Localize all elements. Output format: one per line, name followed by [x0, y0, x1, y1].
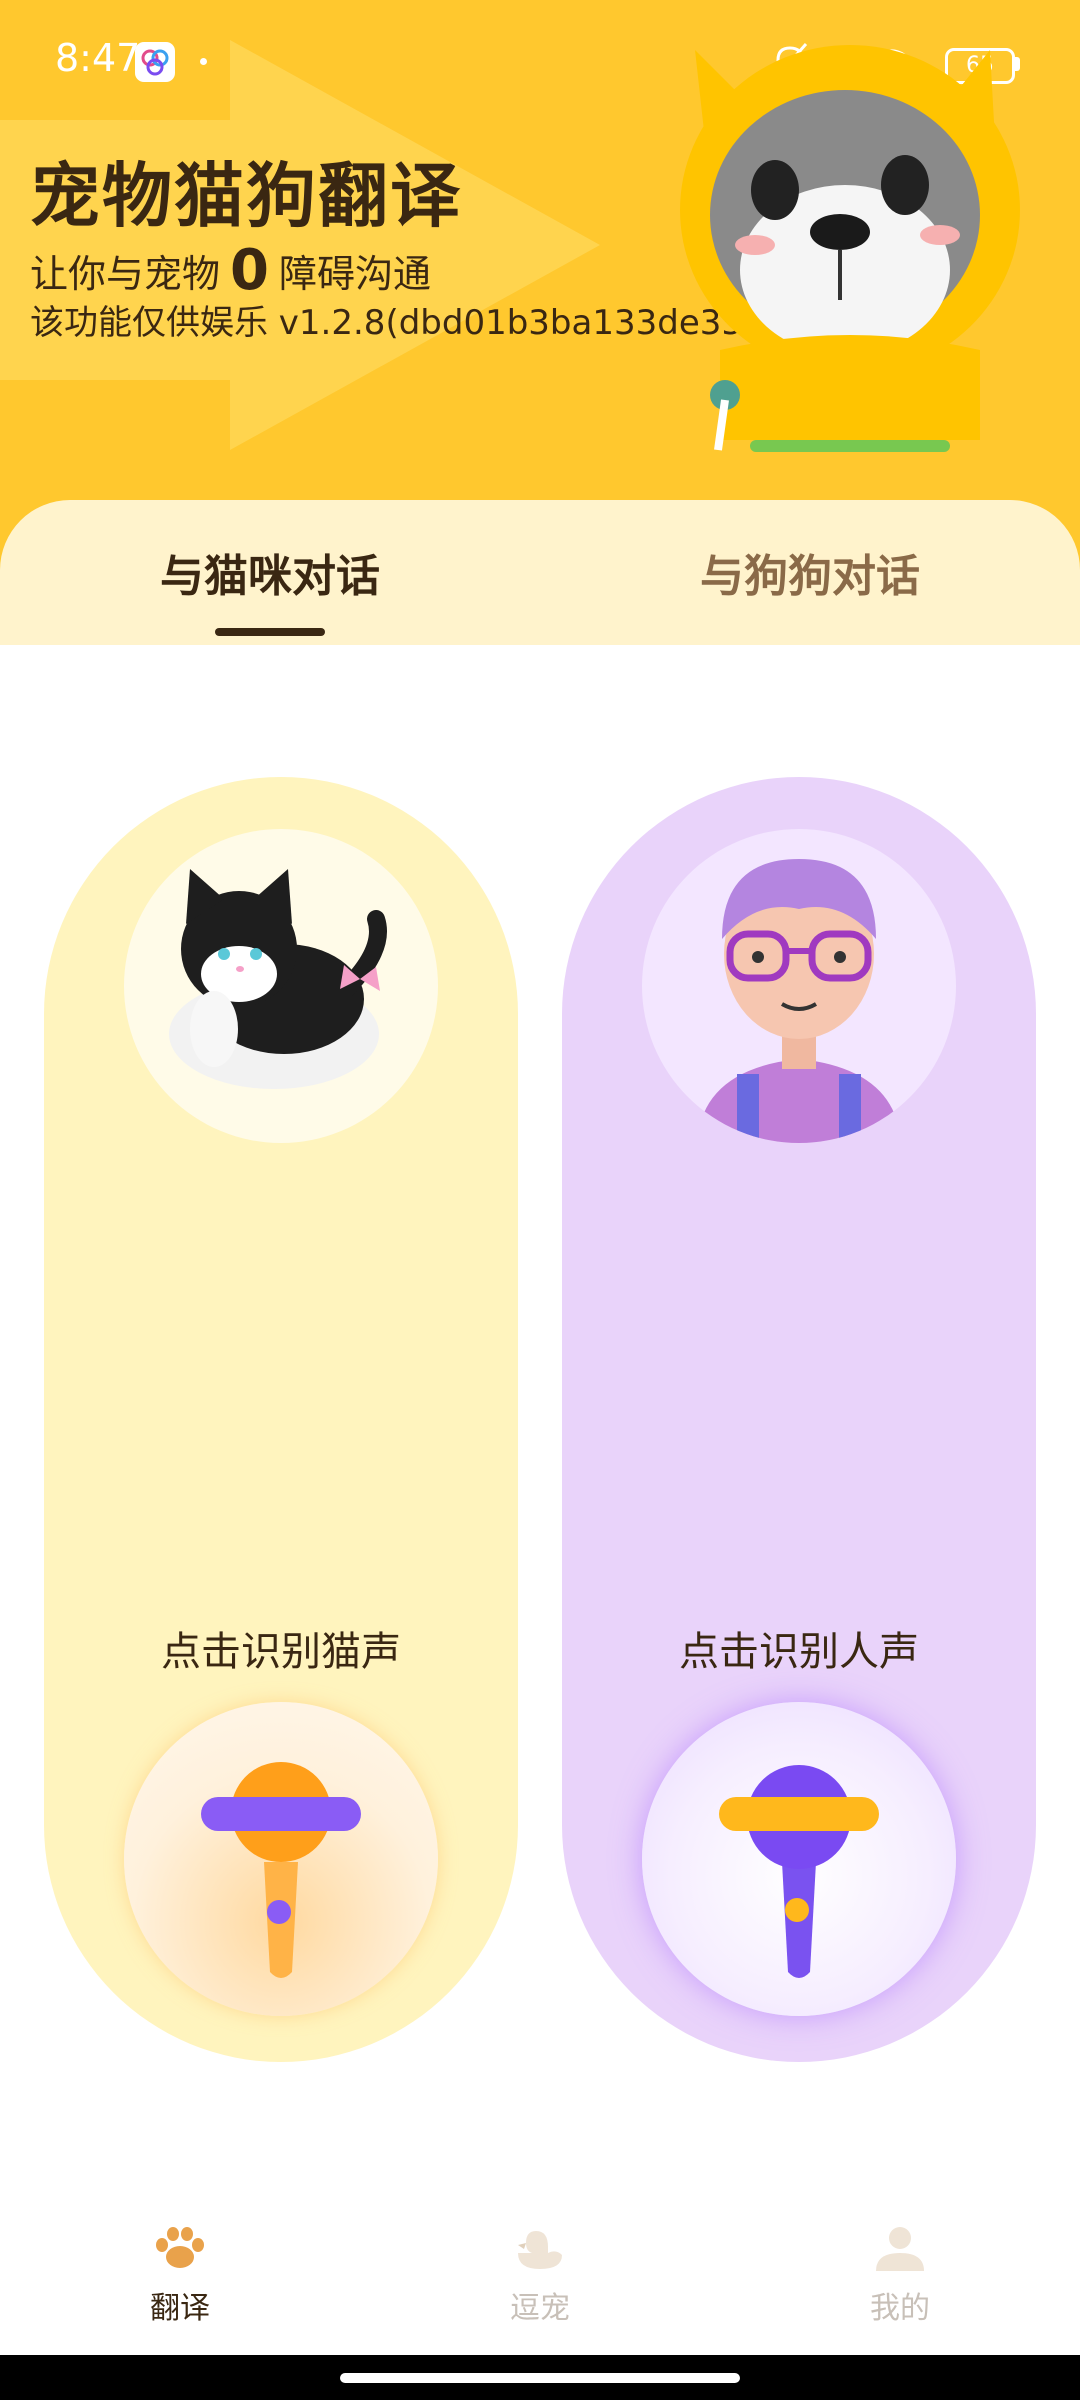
nav-mine-label: 我的: [870, 2291, 930, 2326]
cat-avatar: [124, 829, 438, 1143]
human-voice-panel: 点击识别人声: [562, 777, 1036, 2062]
cat-voice-panel: 点击识别猫声: [44, 777, 518, 2062]
home-gesture-bar[interactable]: [340, 2373, 740, 2383]
version-text: 该功能仅供娱乐 v1.2.8(dbd01b3ba133de35): [30, 303, 757, 343]
active-tab-indicator: [215, 628, 325, 636]
microphone-icon: [201, 1762, 361, 1978]
cat-illustration: [169, 869, 387, 1089]
tab-talk-with-cat[interactable]: 与猫咪对话: [160, 540, 380, 604]
duck-icon: [518, 2231, 562, 2269]
subtitle-text-after: 障碍沟通: [278, 252, 431, 296]
tab-talk-with-dog[interactable]: 与狗狗对话: [700, 540, 920, 604]
recognize-cat-sound-label: 点击识别猫声: [161, 1629, 401, 1675]
tab-bar: 与猫咪对话 与狗狗对话: [0, 500, 1080, 645]
notification-dot: [200, 58, 207, 65]
person-illustration: [697, 859, 901, 1143]
system-navigation-bar: [0, 2355, 1080, 2400]
nav-play-label: 逗宠: [510, 2291, 570, 2326]
subtitle-text-before: 让你与宠物: [30, 252, 221, 296]
app-title: 宠物猫狗翻译: [30, 155, 462, 237]
human-avatar: [642, 829, 956, 1143]
nav-mine[interactable]: 我的: [820, 2225, 980, 2327]
nav-translate[interactable]: 翻译: [100, 2225, 260, 2327]
app-notification-icon: [135, 42, 175, 82]
person-icon: [876, 2227, 924, 2271]
bottom-navigation: 翻译 逗宠 我的: [0, 2190, 1080, 2355]
recognize-human-voice-label: 点击识别人声: [679, 1629, 919, 1675]
paw-icon: [156, 2227, 204, 2268]
recognize-human-voice-button[interactable]: [642, 1702, 956, 2016]
subtitle: 让你与宠物 0 障碍沟通: [30, 238, 431, 303]
dog-mascot-illustration: [680, 45, 1020, 452]
microphone-icon: [719, 1765, 879, 1978]
nav-play-with-pet[interactable]: 逗宠: [460, 2225, 620, 2327]
status-time: 8:47: [55, 36, 141, 80]
subtitle-zero: 0: [230, 238, 269, 303]
recognize-cat-sound-button[interactable]: [124, 1702, 438, 2016]
header-banner: 8:47 65: [0, 0, 1080, 650]
nav-translate-label: 翻译: [150, 2291, 210, 2326]
